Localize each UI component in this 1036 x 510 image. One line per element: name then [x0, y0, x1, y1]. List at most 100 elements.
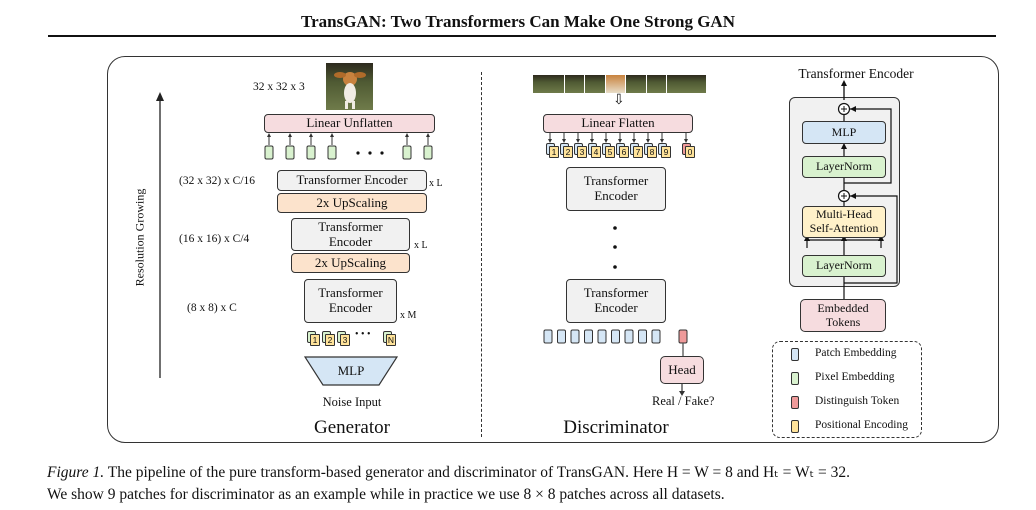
- token-arrow-head: [405, 133, 409, 137]
- stage3-encoder-line1: Transformer: [318, 285, 383, 301]
- stage1-size-label: (32 x 32) x C/16: [179, 175, 256, 187]
- patch: [626, 75, 646, 93]
- paper-header-title: TransGAN: Two Transformers Can Make One …: [301, 12, 735, 31]
- legend-items: Patch Embedding Pixel Embedding Distingu…: [773, 342, 921, 437]
- legend-swatch: [791, 372, 799, 385]
- token-arrow-head: [267, 133, 271, 137]
- encoder-layernorm-bottom: LayerNorm: [802, 255, 886, 277]
- positional-encoding: 6: [619, 146, 629, 158]
- discriminator-title: Discriminator: [563, 417, 669, 438]
- patch: [565, 75, 585, 93]
- generator-title: Generator: [314, 417, 390, 438]
- dog-icon: [334, 72, 366, 109]
- stage2-upscaling-block: 2x UpScaling: [291, 253, 410, 273]
- stage3-transformer-encoder: Transformer Encoder: [304, 279, 397, 323]
- input-token-2: 2: [322, 331, 335, 346]
- figure-label: Figure 1.: [47, 464, 105, 481]
- stage2-encoder-line2: Encoder: [328, 233, 373, 249]
- mlp-label: MLP: [337, 363, 365, 378]
- resolution-growing-arrow: [156, 92, 164, 378]
- positional-encoding: 2: [563, 146, 573, 158]
- input-token-1: 1: [307, 331, 320, 346]
- down-arrow-icon: ⇩: [613, 93, 625, 108]
- pixel-embedding-token: [423, 145, 433, 160]
- linear-unflatten-block: Linear Unflatten: [264, 114, 435, 133]
- output-patch-token: [597, 329, 607, 344]
- output-patch-token: [638, 329, 647, 344]
- stage2-encoder-line1: Transformer: [318, 218, 383, 234]
- pixel-embedding-token: [402, 145, 412, 160]
- patch-token: 8: [644, 143, 657, 158]
- output-patch-token: [584, 329, 593, 344]
- output-patch-token: [651, 329, 661, 344]
- encoder-mlp-block: MLP: [802, 121, 886, 144]
- token-arrow-head: [288, 133, 292, 137]
- stage2-repeat-label: x L: [414, 240, 428, 251]
- positional-encoding: 1: [549, 146, 559, 158]
- output-patch-token: [624, 329, 634, 344]
- ellipsis-dot: [356, 151, 360, 155]
- disc-encoder-bottom-line2: Encoder: [594, 300, 638, 315]
- stage3-size-label: (8 x 8) x C: [187, 302, 237, 314]
- input-token-ellipsis: • • •: [355, 329, 371, 340]
- figure-caption: Figure 1. The pipeline of the pure trans…: [47, 462, 1007, 506]
- token-arrow-head: [426, 133, 430, 137]
- multi-head-self-attention-block: Multi-Head Self-Attention: [802, 206, 886, 238]
- distinguish-token: 0: [682, 143, 695, 158]
- patch-token: 7: [630, 143, 643, 158]
- encoder-layernorm-top: LayerNorm: [802, 156, 886, 178]
- positional-encoding: 5: [605, 146, 615, 158]
- stage1-repeat-label: x L: [429, 178, 443, 189]
- caption-text-1: The pipeline of the pure transform-based…: [104, 464, 851, 481]
- linear-flatten-block: Linear Flatten: [543, 114, 693, 133]
- stage3-repeat-label: x M: [400, 310, 417, 321]
- disc-encoder-bottom-line1: Transformer: [583, 285, 649, 301]
- patch: [646, 75, 667, 93]
- patch-token: 4: [588, 143, 601, 158]
- embedded-line1: Embedded: [817, 300, 869, 315]
- patch: [585, 75, 605, 93]
- positional-encoding: 8: [647, 146, 657, 158]
- discriminator-output-tokens: [543, 329, 688, 357]
- mhsa-line2: Self-Attention: [809, 221, 879, 235]
- embedded-line2: Tokens: [825, 314, 861, 329]
- positional-encoding: 9: [661, 146, 671, 158]
- embedded-tokens-block: Embedded Tokens: [800, 299, 886, 332]
- legend-swatch: [791, 420, 799, 433]
- output-distinguish-token: [678, 329, 688, 344]
- stage2-transformer-encoder: Transformer Encoder: [291, 218, 410, 251]
- positional-encoding: 3: [577, 146, 587, 158]
- ellipsis-dot: [368, 151, 372, 155]
- legend-swatch: [791, 348, 799, 361]
- legend: Patch Embedding Pixel Embedding Distingu…: [772, 341, 922, 438]
- patch-token: 2: [560, 143, 573, 158]
- noise-input-label: Noise Input: [322, 395, 382, 409]
- positional-encoding: 0: [685, 146, 695, 158]
- ellipsis-dot: [380, 151, 384, 155]
- disc-encoder-top-line2: Encoder: [594, 188, 638, 203]
- positional-encoding: 4: [591, 146, 601, 158]
- pixel-embedding-token: [327, 145, 337, 160]
- caption-line-1: Figure 1. The pipeline of the pure trans…: [47, 462, 1007, 484]
- positional-encoding: 7: [633, 146, 643, 158]
- patch-token: 5: [602, 143, 615, 158]
- patch-token: 1: [546, 143, 559, 158]
- header-rule: [48, 35, 996, 37]
- patch: [667, 75, 707, 93]
- stage3-encoder-line2: Encoder: [328, 300, 373, 315]
- generator-discriminator-divider: [481, 72, 482, 437]
- output-patch-token: [611, 329, 620, 344]
- mhsa-line1: Multi-Head: [816, 207, 872, 222]
- pixel-embedding-tokens: [264, 133, 433, 160]
- patch: [605, 75, 626, 93]
- discriminator-encoder-top: Transformer Encoder: [566, 167, 666, 211]
- resolution-growing-label: Resolution Growing: [132, 188, 147, 287]
- output-size-label: 32 x 32 x 3: [253, 81, 305, 93]
- stage2-size-label: (16 x 16) x C/4: [179, 233, 250, 245]
- token-arrow-head: [330, 133, 334, 137]
- flatten-arrows: [548, 133, 688, 143]
- stage1-transformer-encoder: Transformer Encoder: [277, 170, 427, 191]
- input-token-n: N: [383, 331, 396, 346]
- pixel-embedding-token: [306, 145, 316, 160]
- discriminator-input-tokens: 123456789 0: [544, 143, 704, 161]
